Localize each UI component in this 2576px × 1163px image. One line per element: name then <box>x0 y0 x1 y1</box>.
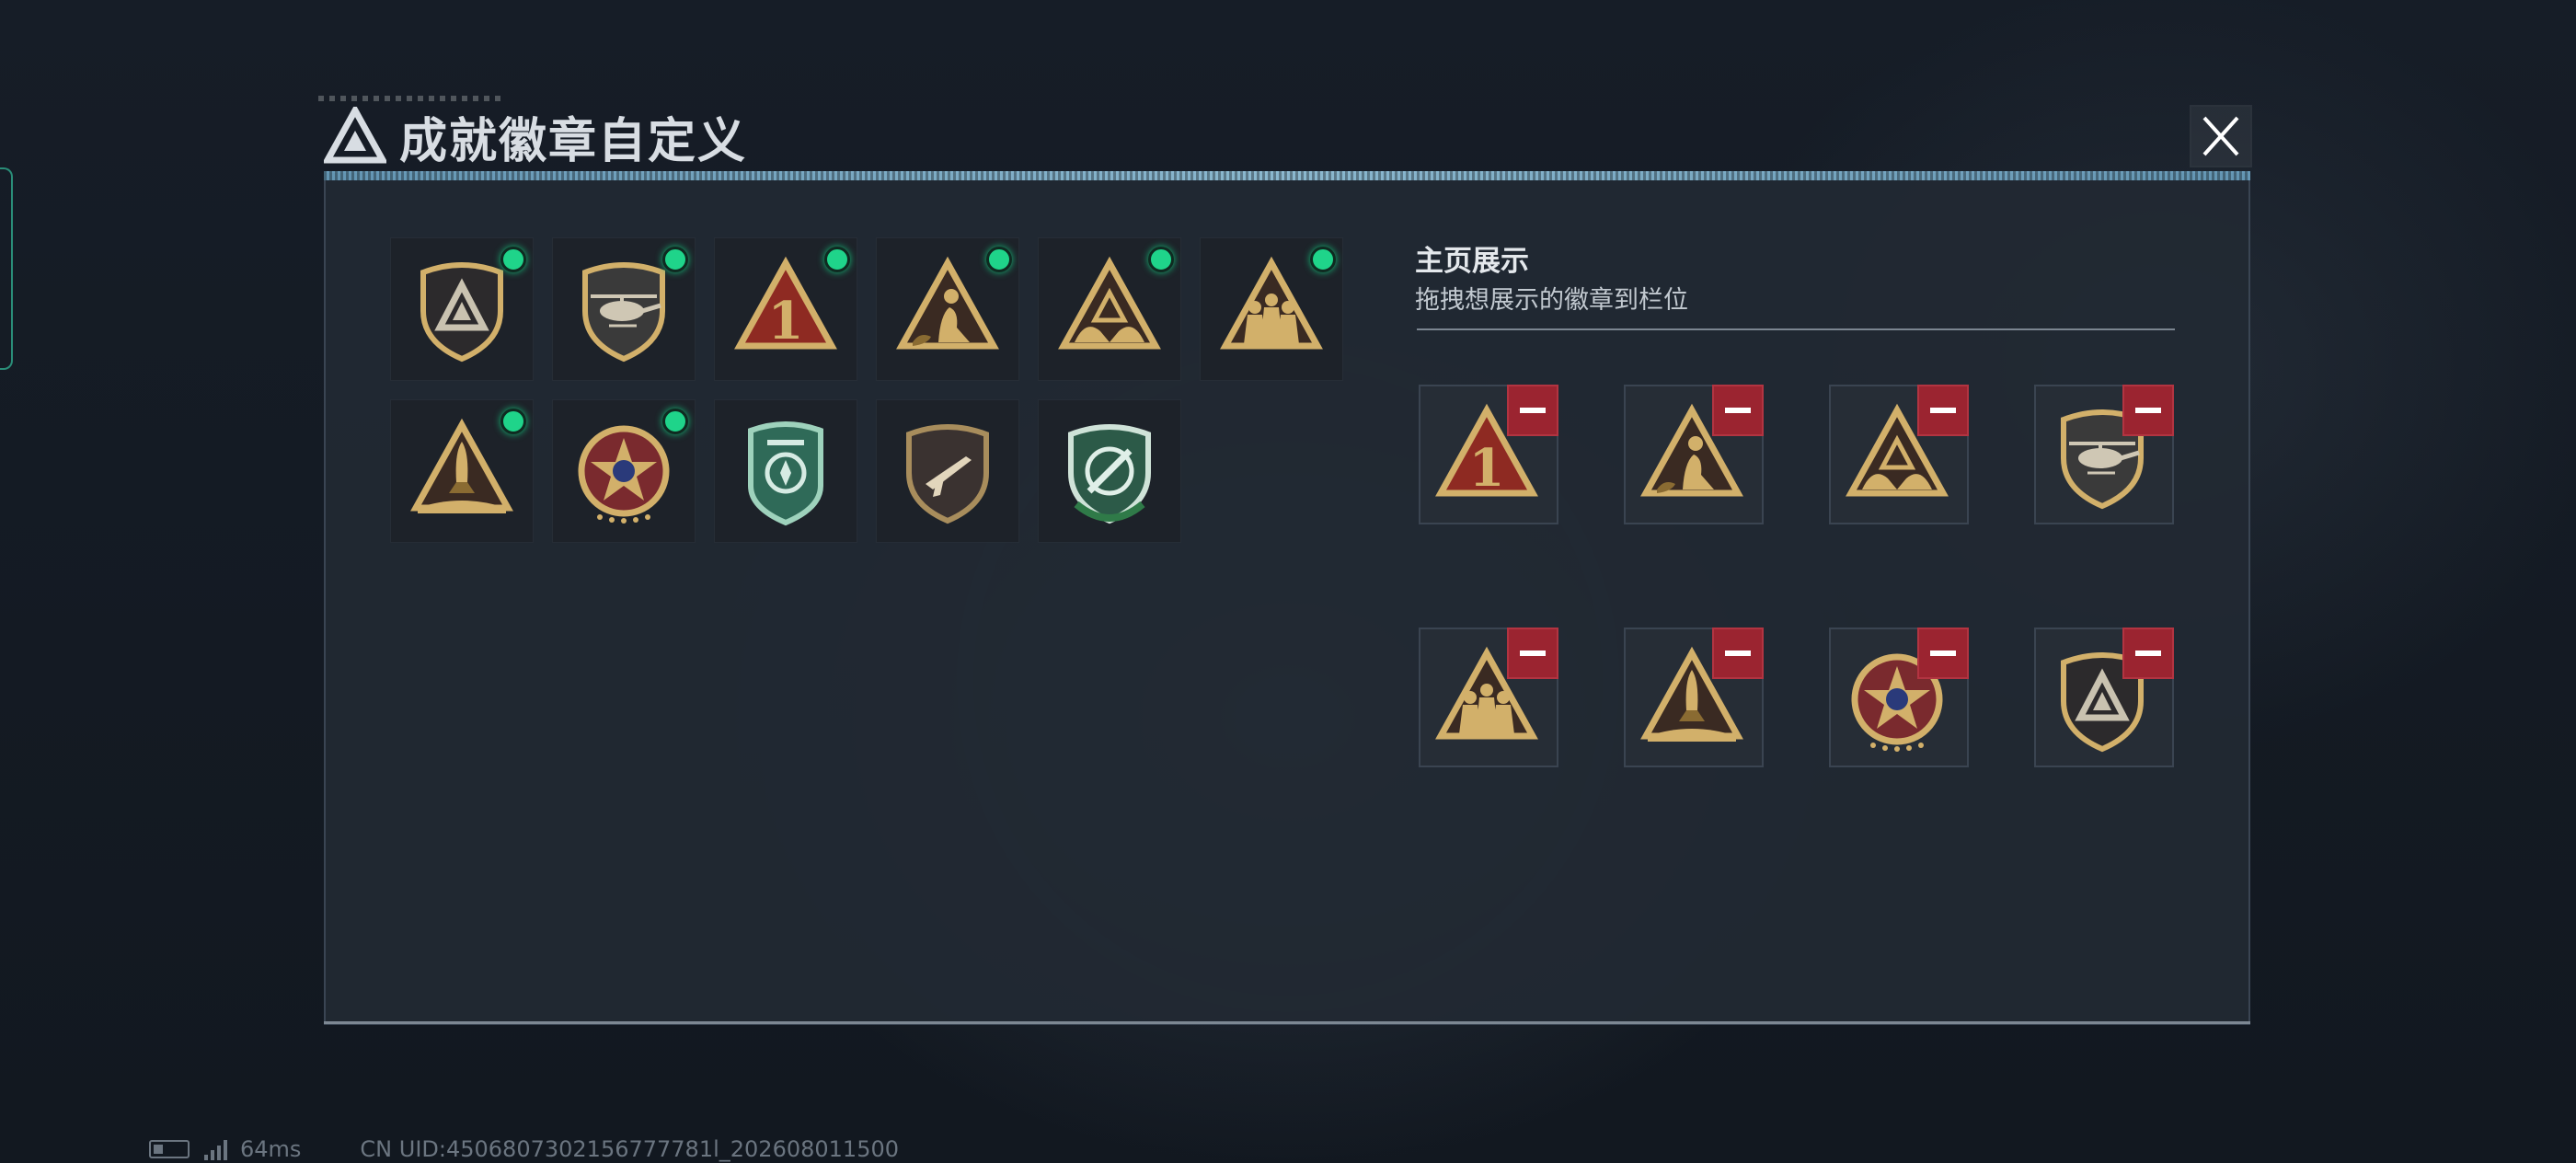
inventory-badge-slot[interactable] <box>390 399 534 543</box>
soldier-triangle-badge <box>896 256 999 350</box>
showcase-slot[interactable] <box>1624 385 1764 524</box>
inventory-badge-slot[interactable] <box>1038 237 1181 381</box>
inventory-badge-slot[interactable] <box>876 399 1019 543</box>
inventory-badge-slot[interactable] <box>1038 399 1181 543</box>
equipped-indicator-dot <box>500 409 526 434</box>
inventory-badge-slot[interactable] <box>876 237 1019 381</box>
equipped-indicator-dot <box>662 409 688 434</box>
showcase-slot[interactable]: 1 <box>1419 385 1558 524</box>
equipped-indicator-dot <box>662 247 688 272</box>
showcase-slot[interactable] <box>1419 628 1558 767</box>
showcase-slot[interactable] <box>1624 628 1764 767</box>
inventory-badge-slot[interactable] <box>552 237 696 381</box>
svg-text:1: 1 <box>768 291 804 351</box>
star-medal-badge <box>578 425 670 524</box>
badge-inventory-grid: 1 <box>390 237 1343 543</box>
equipped-indicator-dot <box>1310 247 1336 272</box>
remove-badge-button[interactable] <box>1917 385 1969 436</box>
number-one-triangle-badge: 1 <box>734 256 837 351</box>
showcase-divider <box>1417 328 2175 330</box>
remove-badge-button[interactable] <box>1917 628 1969 679</box>
triangle-logo-icon <box>324 107 386 164</box>
close-button[interactable] <box>2191 107 2250 166</box>
inventory-badge-slot[interactable] <box>1200 237 1343 381</box>
showcase-slot[interactable] <box>1829 385 1969 524</box>
status-bar: 64ms CN UID:4506807302156777781l_2026080… <box>149 1135 899 1163</box>
green-crosshair-badge <box>1068 424 1151 524</box>
ping-readout: 64ms <box>240 1136 302 1162</box>
remove-badge-button[interactable] <box>1712 628 1764 679</box>
showcase-title: 主页展示 <box>1415 245 1529 278</box>
inventory-badge-slot[interactable] <box>714 399 857 543</box>
rifle-shield-badge <box>906 424 989 524</box>
green-emblem-badge <box>748 421 823 526</box>
dialog-header: 成就徽章自定义 <box>324 99 747 173</box>
rocket-triangle-badge <box>410 418 513 513</box>
showcase-subtitle: 拖拽想展示的徽章到栏位 <box>1415 286 1688 315</box>
triangle-shield-badge <box>420 262 503 363</box>
page-title: 成就徽章自定义 <box>399 113 748 169</box>
showcase-slot[interactable] <box>2034 385 2174 524</box>
remove-badge-button[interactable] <box>2122 628 2174 679</box>
close-x-icon <box>2202 116 2239 156</box>
panel-bottom-line <box>324 1021 2250 1024</box>
user-uid: CN UID:4506807302156777781l_202608011500 <box>360 1136 899 1162</box>
hands-triangle-badge <box>1058 256 1161 350</box>
showcase-slot[interactable] <box>2034 628 2174 767</box>
signal-icon <box>204 1138 227 1160</box>
inventory-badge-slot[interactable]: 1 <box>714 237 857 381</box>
squad-triangle-badge <box>1220 256 1323 350</box>
remove-badge-button[interactable] <box>1507 385 1558 436</box>
svg-text:1: 1 <box>1469 438 1505 499</box>
remove-badge-button[interactable] <box>2122 385 2174 436</box>
side-tab-handle[interactable] <box>0 167 13 370</box>
remove-badge-button[interactable] <box>1712 385 1764 436</box>
showcase-slot[interactable] <box>1829 628 1969 767</box>
inventory-badge-slot[interactable] <box>552 399 696 543</box>
equipped-indicator-dot <box>986 247 1012 272</box>
inventory-badge-slot[interactable] <box>390 237 534 381</box>
panel-accent-line <box>324 171 2250 180</box>
remove-badge-button[interactable] <box>1507 628 1558 679</box>
helicopter-shield-badge <box>582 262 665 363</box>
battery-icon <box>149 1140 190 1158</box>
equipped-indicator-dot <box>824 247 850 272</box>
showcase-slot-grid: 1 <box>1419 385 2174 767</box>
equipped-indicator-dot <box>1148 247 1174 272</box>
equipped-indicator-dot <box>500 247 526 272</box>
